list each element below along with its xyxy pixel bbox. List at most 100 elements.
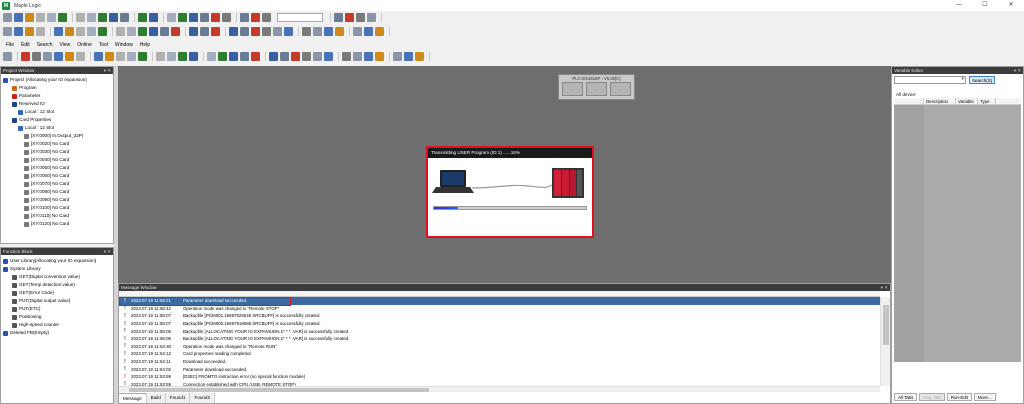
toolbar-icon[interactable]: [3, 13, 12, 22]
toolbar-icon[interactable]: [262, 13, 271, 22]
toolbar-icon[interactable]: [364, 27, 373, 36]
toolbar-icon[interactable]: [138, 52, 147, 61]
toolbar-icon[interactable]: [229, 52, 238, 61]
toolbar-icon[interactable]: [189, 27, 198, 36]
toolbar-icon[interactable]: [58, 13, 67, 22]
toolbar-icon[interactable]: [291, 52, 300, 61]
toolbar-icon[interactable]: [138, 13, 147, 22]
toolbar-icon[interactable]: [149, 13, 158, 22]
toolbar-icon[interactable]: [160, 27, 169, 36]
message-row[interactable]: ! 2023.07.19 11:54:02 Parameter download s…: [119, 365, 880, 373]
toolbar-icon[interactable]: [127, 52, 136, 61]
toolbar-icon[interactable]: [167, 13, 176, 22]
tree-item[interactable]: PUT(Digital output value): [3, 297, 111, 305]
panel-pin-icon[interactable]: ▾ ✕: [881, 284, 888, 291]
toolbar-icon[interactable]: [353, 27, 362, 36]
panel-pin-icon[interactable]: ▾ ✕: [104, 248, 111, 255]
toolbar-icon[interactable]: [302, 52, 311, 61]
tree-item[interactable]: Parameter: [3, 92, 111, 100]
column-header[interactable]: Type: [978, 98, 996, 104]
search-button[interactable]: Search(S): [969, 76, 996, 84]
menu-search[interactable]: Search: [37, 42, 53, 48]
toolbar-icon[interactable]: [14, 13, 23, 22]
toolbar-icon[interactable]: [324, 27, 333, 36]
toolbar-icon[interactable]: [105, 52, 114, 61]
toolbar-icon[interactable]: [229, 27, 238, 36]
toolbar-icon[interactable]: [415, 52, 424, 61]
toolbar-icon[interactable]: [313, 27, 322, 36]
tree-item[interactable]: Card Properties: [3, 116, 111, 124]
toolbar-icon[interactable]: [167, 52, 176, 61]
toolbar-icon[interactable]: [65, 27, 74, 36]
toolbar-icon[interactable]: [345, 13, 354, 22]
toolbar-icon[interactable]: [404, 52, 413, 61]
tree-item[interactable]: GET(Digital conversion value): [3, 273, 111, 281]
toolbar-icon[interactable]: [393, 52, 402, 61]
menu-help[interactable]: Help: [140, 42, 150, 48]
toolbar-icon[interactable]: [14, 27, 23, 36]
toolbar-icon[interactable]: [251, 27, 260, 36]
toolbar-icon[interactable]: [36, 13, 45, 22]
tree-item[interactable]: [XY:0040] No Card: [3, 156, 111, 164]
toolbar-icon[interactable]: [375, 27, 384, 36]
toolbar-icon[interactable]: [334, 13, 343, 22]
column-header[interactable]: [894, 98, 924, 104]
toolbar-icon[interactable]: [25, 27, 34, 36]
plc-slot[interactable]: -: [562, 82, 583, 96]
toolbar-icon[interactable]: [109, 13, 118, 22]
toolbar-icon[interactable]: [54, 27, 63, 36]
message-row[interactable]: ! 2023.07.19 11:58:42 Operation mode was c…: [119, 305, 880, 313]
toolbar-icon[interactable]: [47, 13, 56, 22]
toolbar-icon[interactable]: [94, 52, 103, 61]
toolbar-icon[interactable]: [367, 13, 376, 22]
tree-item[interactable]: [XY:0090] No Card: [3, 196, 111, 204]
tree-item[interactable]: [XY:0070] No Card: [3, 180, 111, 188]
toolbar-icon[interactable]: [116, 27, 125, 36]
tree-item[interactable]: [XY:0080] No Card: [3, 188, 111, 196]
toolbar-icon[interactable]: [98, 13, 107, 22]
column-header[interactable]: Variable: [956, 98, 978, 104]
variable-scope-select[interactable]: [894, 76, 966, 84]
toolbar-icon[interactable]: [262, 27, 271, 36]
toolbar-icon[interactable]: [138, 27, 147, 36]
toolbar-icon[interactable]: [342, 52, 351, 61]
message-row[interactable]: ! 2023.07.19 11:58:07 Backupfile [PGM001.1…: [119, 312, 880, 320]
tree-item[interactable]: Project [Allocating your IO expansion]: [3, 76, 111, 84]
tree-item[interactable]: Program: [3, 84, 111, 92]
tree-item[interactable]: [XY:0000] In.Output_32P(: [3, 132, 111, 140]
toolbar-icon[interactable]: [189, 52, 198, 61]
tree-item[interactable]: [XY:0030] No Card: [3, 148, 111, 156]
message-row[interactable]: ! 2023.07.19 11:58:07 Backupfile [PGM000.1…: [119, 320, 880, 328]
message-row[interactable]: ! 2023.07.19 11:58:05 Backupfile [ALLOCATI…: [119, 327, 880, 335]
toolbar-icon[interactable]: [127, 27, 136, 36]
message-row[interactable]: ! 2023.07.19 11:54:11 Download succeeded.: [119, 358, 880, 366]
toolbar-icon[interactable]: [149, 27, 158, 36]
toolbar-icon[interactable]: [302, 27, 311, 36]
menu-window[interactable]: Window: [115, 42, 133, 48]
menu-file[interactable]: File: [6, 42, 14, 48]
tree-item[interactable]: User Library[Allocating your IO expansio…: [3, 257, 111, 265]
toolbar-icon[interactable]: [240, 27, 249, 36]
column-header[interactable]: Description: [924, 98, 956, 104]
toolbar-icon[interactable]: [375, 52, 384, 61]
tab-found1[interactable]: Found1: [165, 393, 191, 403]
toolbar-icon[interactable]: [222, 13, 231, 22]
more-button[interactable]: More...: [973, 393, 996, 401]
toolbar-icon[interactable]: [178, 52, 187, 61]
toolbar-icon[interactable]: [25, 13, 34, 22]
toolbar-icon[interactable]: [284, 27, 293, 36]
toolbar-icon[interactable]: [200, 27, 209, 36]
tree-item[interactable]: Local : 12 Slot: [3, 108, 111, 116]
toolbar-icon[interactable]: [76, 27, 85, 36]
run-edit-button[interactable]: Run-Edit: [946, 393, 972, 401]
toolbar-icon[interactable]: [218, 52, 227, 61]
tree-item[interactable]: Local : 12 Slot: [3, 124, 111, 132]
toolbar-icon[interactable]: [120, 13, 129, 22]
tree-item[interactable]: [XY:0020] No Card: [3, 140, 111, 148]
toolbar-icon[interactable]: [251, 13, 260, 22]
toolbar-icon[interactable]: [21, 52, 30, 61]
message-row[interactable]: ! 2023.07.19 11:54:30 Operation mode was c…: [119, 343, 880, 351]
toolbar-icon[interactable]: [353, 52, 362, 61]
toolbar-icon[interactable]: [211, 27, 220, 36]
tree-item[interactable]: System Library: [3, 265, 111, 273]
